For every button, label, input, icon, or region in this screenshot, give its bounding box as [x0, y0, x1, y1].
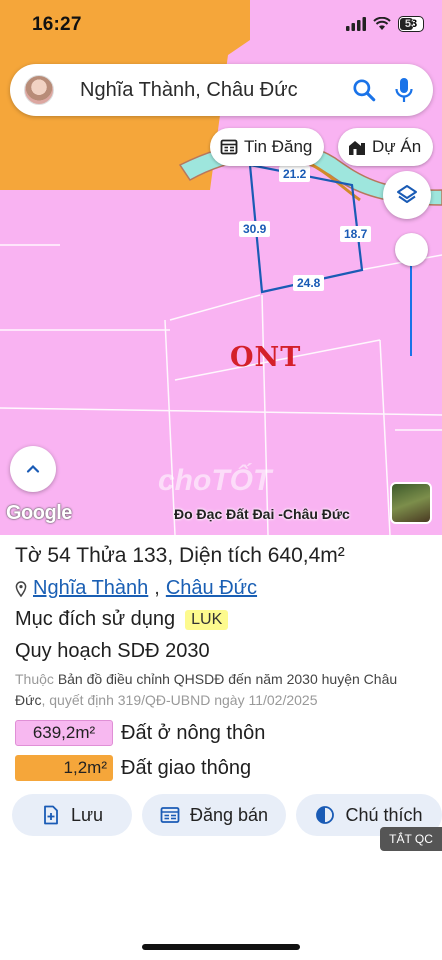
zone-row: 1,2m² Đất giao thông — [15, 755, 251, 781]
location-pin-icon — [15, 580, 27, 597]
street-view-thumbnail[interactable] — [390, 482, 432, 524]
map-view[interactable]: 21.2 30.9 18.7 24.8 ONT choTỐT 16:27 53 — [0, 0, 442, 535]
search-bar[interactable]: Nghĩa Thành, Châu Đức — [10, 64, 433, 116]
zone-name: Đất giao thông — [121, 756, 252, 779]
battery-icon: 53 — [398, 16, 424, 32]
parcel-info-panel: Tờ 54 Thửa 133, Diện tích 640,4m² Nghĩa … — [0, 535, 442, 960]
land-use-purpose: Mục đích sử dụng LUK — [15, 608, 229, 631]
building-icon — [349, 141, 365, 155]
edge-length-label: 18.7 — [340, 226, 372, 242]
planning-heading: Quy hoạch SDĐ 2030 — [15, 640, 210, 662]
add-file-icon — [44, 805, 58, 825]
parcel-location: Nghĩa Thành, Châu Đức — [15, 577, 257, 600]
search-icon[interactable] — [351, 77, 377, 103]
post-for-sale-button[interactable]: Đăng bán — [142, 794, 286, 836]
zone-row: 639,2m² Đất ở nông thôn — [15, 720, 265, 746]
save-button[interactable]: Lưu — [12, 794, 132, 836]
project-chip-label: Dự Án — [372, 137, 422, 156]
zone-area-swatch: 1,2m² — [15, 755, 113, 781]
zone-code-label: ONT — [230, 342, 302, 373]
zone-name: Đất ở nông thôn — [121, 721, 266, 744]
cellular-signal-icon — [346, 17, 366, 31]
edge-length-label: 30.9 — [239, 221, 271, 237]
newspaper-icon — [220, 139, 238, 155]
listing-chip[interactable]: Tin Đăng — [210, 128, 325, 166]
avatar[interactable] — [24, 75, 54, 105]
edge-length-label: 21.2 — [279, 166, 311, 182]
chevron-up-icon — [26, 464, 40, 473]
purpose-label: Mục đích sử dụng — [15, 608, 176, 630]
source-prefix: Thuộc — [15, 671, 54, 687]
contrast-icon — [316, 806, 335, 824]
newspaper-icon — [160, 807, 180, 823]
google-logo: Google — [6, 502, 72, 524]
search-input[interactable]: Nghĩa Thành, Châu Đức — [80, 79, 351, 102]
battery-level: 53 — [404, 18, 418, 30]
listing-chip-label: Tin Đăng — [244, 137, 313, 156]
district-link[interactable]: Châu Đức — [166, 577, 257, 600]
project-chip[interactable]: Dự Án — [338, 128, 434, 166]
save-button-label: Lưu — [70, 804, 104, 825]
layers-button[interactable] — [383, 171, 431, 219]
source-decision: , quyết định 319/QĐ-UBND ngày 11/02/2025 — [41, 692, 318, 708]
watermark-logo: choTỐT — [158, 464, 272, 497]
home-indicator[interactable] — [142, 944, 300, 950]
microphone-icon[interactable] — [393, 76, 415, 104]
edge-length-label: 24.8 — [293, 275, 325, 291]
turn-off-ads-button[interactable]: TẮT QC — [380, 827, 442, 851]
legend-button-label: Chú thích — [345, 804, 423, 825]
status-bar: 16:27 53 — [0, 0, 442, 54]
status-time: 16:27 — [32, 14, 82, 35]
land-use-code-badge: LUK — [185, 609, 229, 630]
planning-source: Thuộc Bản đồ điều chỉnh QHSDĐ đến năm 20… — [15, 669, 430, 711]
zone-area-swatch: 639,2m² — [15, 720, 113, 746]
wifi-icon — [373, 17, 391, 30]
status-icons: 53 — [346, 16, 424, 32]
post-for-sale-label: Đăng bán — [189, 804, 269, 825]
parcel-title: Tờ 54 Thửa 133, Diện tích 640,4m² — [15, 544, 345, 567]
expand-up-button[interactable] — [10, 446, 56, 492]
opacity-slider-handle[interactable] — [395, 233, 428, 266]
ward-link[interactable]: Nghĩa Thành — [33, 577, 148, 600]
map-attribution: Đo Đạc Đất Đai -Châu Đức — [174, 506, 350, 522]
layers-icon — [397, 185, 417, 203]
